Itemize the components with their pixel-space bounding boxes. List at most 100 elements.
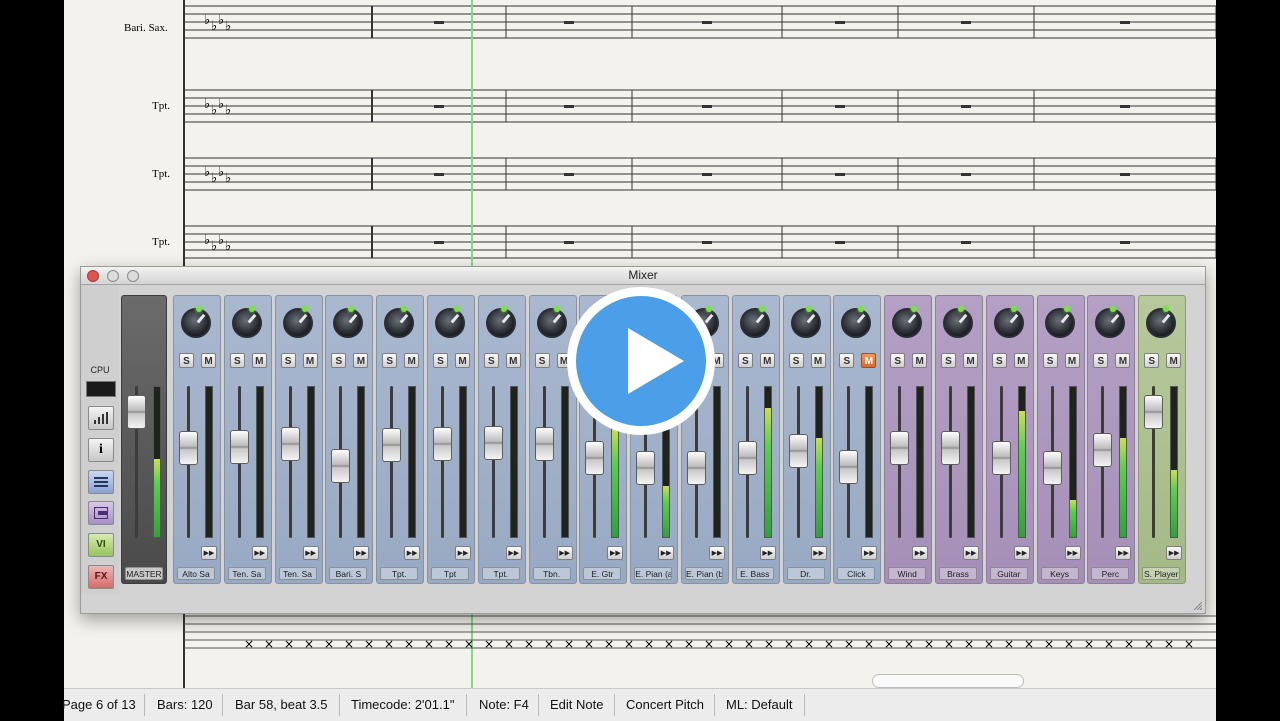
playback-options-icon[interactable]: ▶▶ [810,546,827,560]
playback-options-icon[interactable]: ▶▶ [404,546,421,560]
solo-button[interactable]: S [229,353,245,368]
solo-button[interactable]: S [737,353,753,368]
playback-options-icon[interactable]: ▶▶ [1013,546,1030,560]
playback-options-icon[interactable]: ▶▶ [861,546,878,560]
mute-button[interactable]: M [963,353,978,368]
volume-fader[interactable] [1042,450,1062,485]
volume-fader[interactable] [991,441,1011,476]
pan-knob-icon[interactable] [993,308,1024,338]
solo-button[interactable]: S [991,353,1007,368]
list-icon[interactable] [88,470,114,494]
pan-knob-icon[interactable] [181,308,211,338]
pan-knob-icon[interactable] [1095,308,1126,338]
pan-knob-icon[interactable] [841,308,872,338]
playback-options-icon[interactable]: ▶▶ [963,546,979,560]
solo-button[interactable]: S [839,353,855,368]
playback-options-icon[interactable]: ▶▶ [1115,546,1132,560]
playback-options-icon[interactable]: ▶▶ [353,546,370,560]
mute-button[interactable]: M [1013,353,1029,368]
playback-options-icon[interactable]: ▶▶ [912,546,929,560]
pan-knob-icon[interactable] [790,308,821,338]
solo-button[interactable]: S [382,353,398,368]
pan-knob-icon[interactable] [536,308,567,338]
pan-knob-icon[interactable] [739,308,770,338]
volume-fader[interactable] [839,449,859,484]
pan-knob-icon[interactable] [282,308,313,338]
groups-icon[interactable] [88,501,114,525]
pan-knob-icon[interactable] [231,308,262,338]
volume-fader[interactable] [1093,433,1113,468]
mute-button[interactable]: M [1064,353,1080,368]
playback-options-icon[interactable]: ▶▶ [505,546,522,560]
playback-options-icon[interactable]: ▶▶ [1064,546,1081,560]
mute-button[interactable]: M [1115,353,1131,368]
solo-button[interactable]: S [483,353,499,368]
solo-button[interactable]: S [179,353,194,368]
volume-fader[interactable] [534,427,554,462]
volume-fader[interactable] [179,430,198,465]
volume-fader[interactable] [229,429,249,464]
playback-options-icon[interactable]: ▶▶ [759,546,776,560]
mute-button[interactable]: M [912,353,928,368]
info-icon[interactable]: i [88,438,114,462]
mute-button[interactable]: M [505,353,521,368]
solo-button[interactable]: S [890,353,906,368]
mute-button[interactable]: M [302,353,318,368]
playback-options-icon[interactable]: ▶▶ [251,546,268,560]
mute-button[interactable]: M [861,353,877,368]
solo-button[interactable]: S [331,353,347,368]
play-button[interactable] [567,287,715,435]
pan-knob-icon[interactable] [384,308,415,338]
mute-button[interactable]: M [404,353,420,368]
playback-options-icon[interactable]: ▶▶ [607,546,624,560]
mute-button[interactable]: M [810,353,826,368]
pan-knob-icon[interactable] [435,308,465,338]
mute-button[interactable]: M [1166,353,1182,368]
pan-knob-icon[interactable] [485,308,516,338]
mute-button[interactable]: M [353,353,369,368]
playback-options-icon[interactable]: ▶▶ [709,546,725,560]
playback-options-icon[interactable]: ▶▶ [556,546,573,560]
pan-knob-icon[interactable] [1146,308,1177,338]
mute-button[interactable]: M [251,353,267,368]
solo-button[interactable]: S [788,353,804,368]
mute-button[interactable]: M [759,353,775,368]
volume-fader[interactable] [433,427,452,462]
mute-button[interactable]: M [201,353,216,368]
volume-fader[interactable] [1144,395,1164,430]
playback-options-icon[interactable]: ▶▶ [658,546,675,560]
solo-button[interactable]: S [280,353,296,368]
master-fader[interactable] [127,395,146,430]
volume-fader[interactable] [890,430,910,465]
pan-knob-icon[interactable] [943,308,973,338]
fx-button[interactable]: FX [88,565,114,589]
vi-button[interactable]: VI [88,533,114,557]
volume-fader[interactable] [636,450,656,485]
volume-fader[interactable] [483,426,503,461]
mixer-title-bar[interactable]: Mixer [81,267,1205,285]
volume-fader[interactable] [280,427,300,462]
resize-grip-icon[interactable] [1192,600,1202,610]
volume-fader[interactable] [585,441,605,476]
volume-fader[interactable] [687,450,706,485]
horizontal-scroll-thumb[interactable] [872,674,1024,688]
solo-button[interactable]: S [1144,353,1160,368]
solo-button[interactable]: S [534,353,550,368]
meters-icon[interactable] [88,406,114,430]
pan-knob-icon[interactable] [892,308,923,338]
playback-options-icon[interactable]: ▶▶ [455,546,471,560]
volume-fader[interactable] [788,434,808,469]
solo-button[interactable]: S [1093,353,1109,368]
volume-fader[interactable] [737,441,757,476]
mute-button[interactable]: M [455,353,470,368]
solo-button[interactable]: S [941,353,956,368]
pan-knob-icon[interactable] [1044,308,1075,338]
playback-options-icon[interactable]: ▶▶ [1166,546,1183,560]
pan-knob-icon[interactable] [333,308,364,338]
volume-fader[interactable] [941,430,960,465]
solo-button[interactable]: S [433,353,448,368]
volume-fader[interactable] [382,428,402,463]
volume-fader[interactable] [331,448,351,483]
solo-button[interactable]: S [1042,353,1058,368]
playback-options-icon[interactable]: ▶▶ [302,546,319,560]
